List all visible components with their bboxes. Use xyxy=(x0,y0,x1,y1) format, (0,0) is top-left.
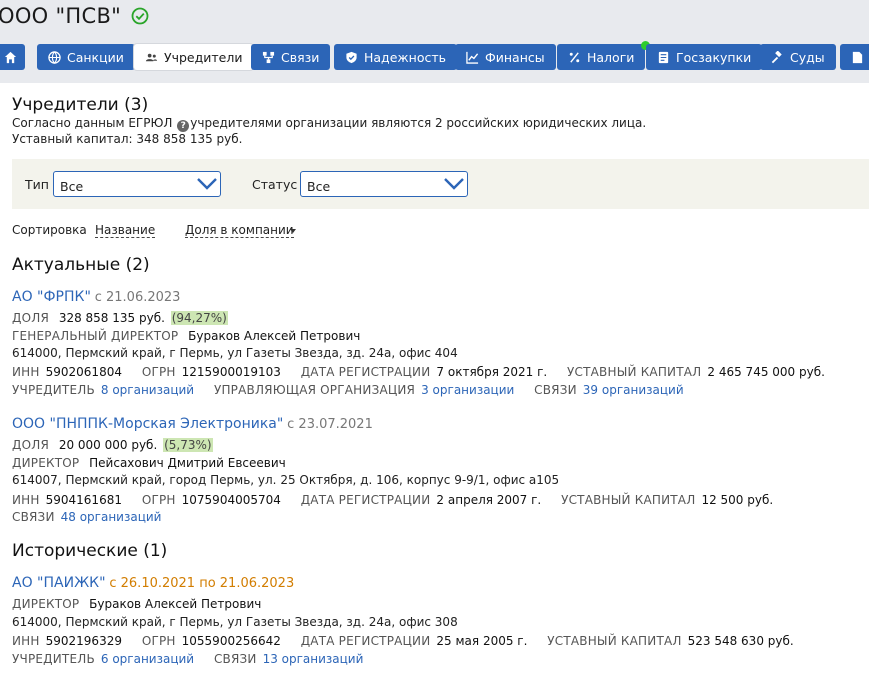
historical-founders-title: Исторические (1) xyxy=(12,541,168,561)
links-orgs-link[interactable]: 13 организаций xyxy=(263,652,364,666)
since-date: с 23.07.2021 xyxy=(287,417,373,432)
head-row: ГЕНЕРАЛЬНЫЙ ДИРЕКТОР Бураков Алексей Пет… xyxy=(12,329,361,343)
founder-item-header: АО "ПАИЖК" с 26.10.2021 по 21.06.2023 xyxy=(12,575,294,591)
head-row: ДИРЕКТОР Пейсахович Дмитрий Евсеевич xyxy=(12,456,286,470)
chevron-down-icon xyxy=(444,178,464,190)
current-founders-title: Актуальные (2) xyxy=(12,255,150,275)
founders-title: Учредители (3) xyxy=(12,95,149,115)
sort-label: Сортировка xyxy=(12,223,87,237)
nav-courts-button[interactable]: Суды xyxy=(760,44,836,70)
company-header: ООО "ПСВ" Санкции Учредители Связи Надеж… xyxy=(0,0,869,83)
shield-icon xyxy=(346,51,357,63)
founder-orgs-link[interactable]: 8 организаций xyxy=(101,383,194,397)
head-row: ДИРЕКТОР Бураков Алексей Петрович xyxy=(12,597,262,611)
chevron-down-icon xyxy=(197,178,217,190)
head-name[interactable]: Бураков Алексей Петрович xyxy=(188,329,360,343)
share-percent: (5,73%) xyxy=(163,438,213,452)
authorized-capital: Уставный капитал: 348 858 135 руб. xyxy=(12,132,243,146)
head-name[interactable]: Пейсахович Дмитрий Евсеевич xyxy=(89,456,286,470)
nav-finance-button[interactable]: Финансы xyxy=(455,44,556,70)
address: 614007, Пермский край, город Пермь, ул. … xyxy=(12,473,560,487)
org-link[interactable]: ООО "ПНППК-Морская Электроника" xyxy=(12,416,283,432)
network-icon xyxy=(262,51,275,63)
requisites-row: ИНН 5904161681 ОГРН 1075904005704 ДАТА РЕГ… xyxy=(12,493,774,507)
gavel-icon xyxy=(771,50,782,63)
relations-row: УЧРЕДИТЕЛЬ 8 организаций УПРАВЛЯЮЩАЯ ОРГА… xyxy=(12,383,684,397)
share-row: ДОЛЯ 20 000 000 руб. (5,73%) xyxy=(12,438,213,452)
share-row: ДОЛЯ 328 858 135 руб. (94,27%) xyxy=(12,311,228,325)
nav-home-button[interactable] xyxy=(0,44,25,70)
founder-item-header: АО "ФРПК" с 21.06.2023 xyxy=(12,289,180,305)
company-name: ООО "ПСВ" xyxy=(0,4,122,28)
founders-description: Согласно данным ЕГРЮЛ ? учредителями орга… xyxy=(12,116,647,132)
org-link[interactable]: АО "ПАИЖК" xyxy=(12,575,106,591)
sort-by-name-link[interactable]: Название xyxy=(95,223,156,238)
type-filter-select[interactable]: Все xyxy=(53,171,221,197)
home-icon xyxy=(4,51,17,63)
management-orgs-link[interactable]: 3 организации xyxy=(421,383,514,397)
org-link[interactable]: АО "ФРПК" xyxy=(12,289,91,305)
nav-taxes-button[interactable]: Налоги xyxy=(557,41,651,70)
document-icon xyxy=(852,51,863,63)
period-dates: с 26.10.2021 по 21.06.2023 xyxy=(109,576,295,591)
sort-by-share-link[interactable]: Доля в компании xyxy=(185,223,294,238)
address: 614000, Пермский край, г Пермь, ул Газет… xyxy=(12,346,458,360)
founder-item-header: ООО "ПНППК-Морская Электроника" с 23.07.… xyxy=(12,416,373,432)
receipt-icon xyxy=(658,51,669,63)
type-filter-label: Тип xyxy=(25,177,49,192)
nav-reliability-button[interactable]: Надежность xyxy=(334,44,457,70)
filter-bar: Тип Все Статус Все xyxy=(12,159,869,209)
nav-sanctions-button[interactable]: Санкции xyxy=(37,44,135,70)
links-orgs-link[interactable]: 39 организаций xyxy=(583,383,684,397)
head-name[interactable]: Бураков Алексей Петрович xyxy=(89,597,261,611)
company-title: ООО "ПСВ" xyxy=(0,4,149,28)
users-icon xyxy=(145,53,158,61)
globe-icon xyxy=(48,50,61,64)
founder-orgs-link[interactable]: 6 организаций xyxy=(101,652,194,666)
chart-icon xyxy=(466,51,479,64)
caret-down-icon xyxy=(290,229,296,233)
status-filter-select[interactable]: Все xyxy=(300,171,468,197)
links-orgs-link[interactable]: 48 организаций xyxy=(61,510,162,524)
nav-links-button[interactable]: Связи xyxy=(251,44,331,70)
nav-founders-tab[interactable]: Учредители xyxy=(134,44,254,70)
requisites-row: ИНН 5902061804 ОГРН 1215900019103 ДАТА РЕГ… xyxy=(12,365,825,379)
check-circle-icon xyxy=(131,7,149,25)
percent-icon xyxy=(569,51,580,63)
status-filter-label: Статус xyxy=(252,177,298,192)
share-percent: (94,27%) xyxy=(170,311,228,325)
relations-row: УЧРЕДИТЕЛЬ 6 организаций СВЯЗИ 13 организа… xyxy=(12,652,364,666)
relations-row: СВЯЗИ 48 организаций xyxy=(12,510,162,524)
help-icon[interactable]: ? xyxy=(177,120,190,132)
nav-more-button[interactable]: Л xyxy=(840,44,869,70)
address: 614000, Пермский край, г Пермь, ул Газет… xyxy=(12,615,458,629)
since-date: с 21.06.2023 xyxy=(94,290,181,305)
nav-procurement-button[interactable]: Госзакупки xyxy=(646,44,763,70)
requisites-row: ИНН 5902196329 ОГРН 1055900256642 ДАТА РЕГ… xyxy=(12,634,794,648)
